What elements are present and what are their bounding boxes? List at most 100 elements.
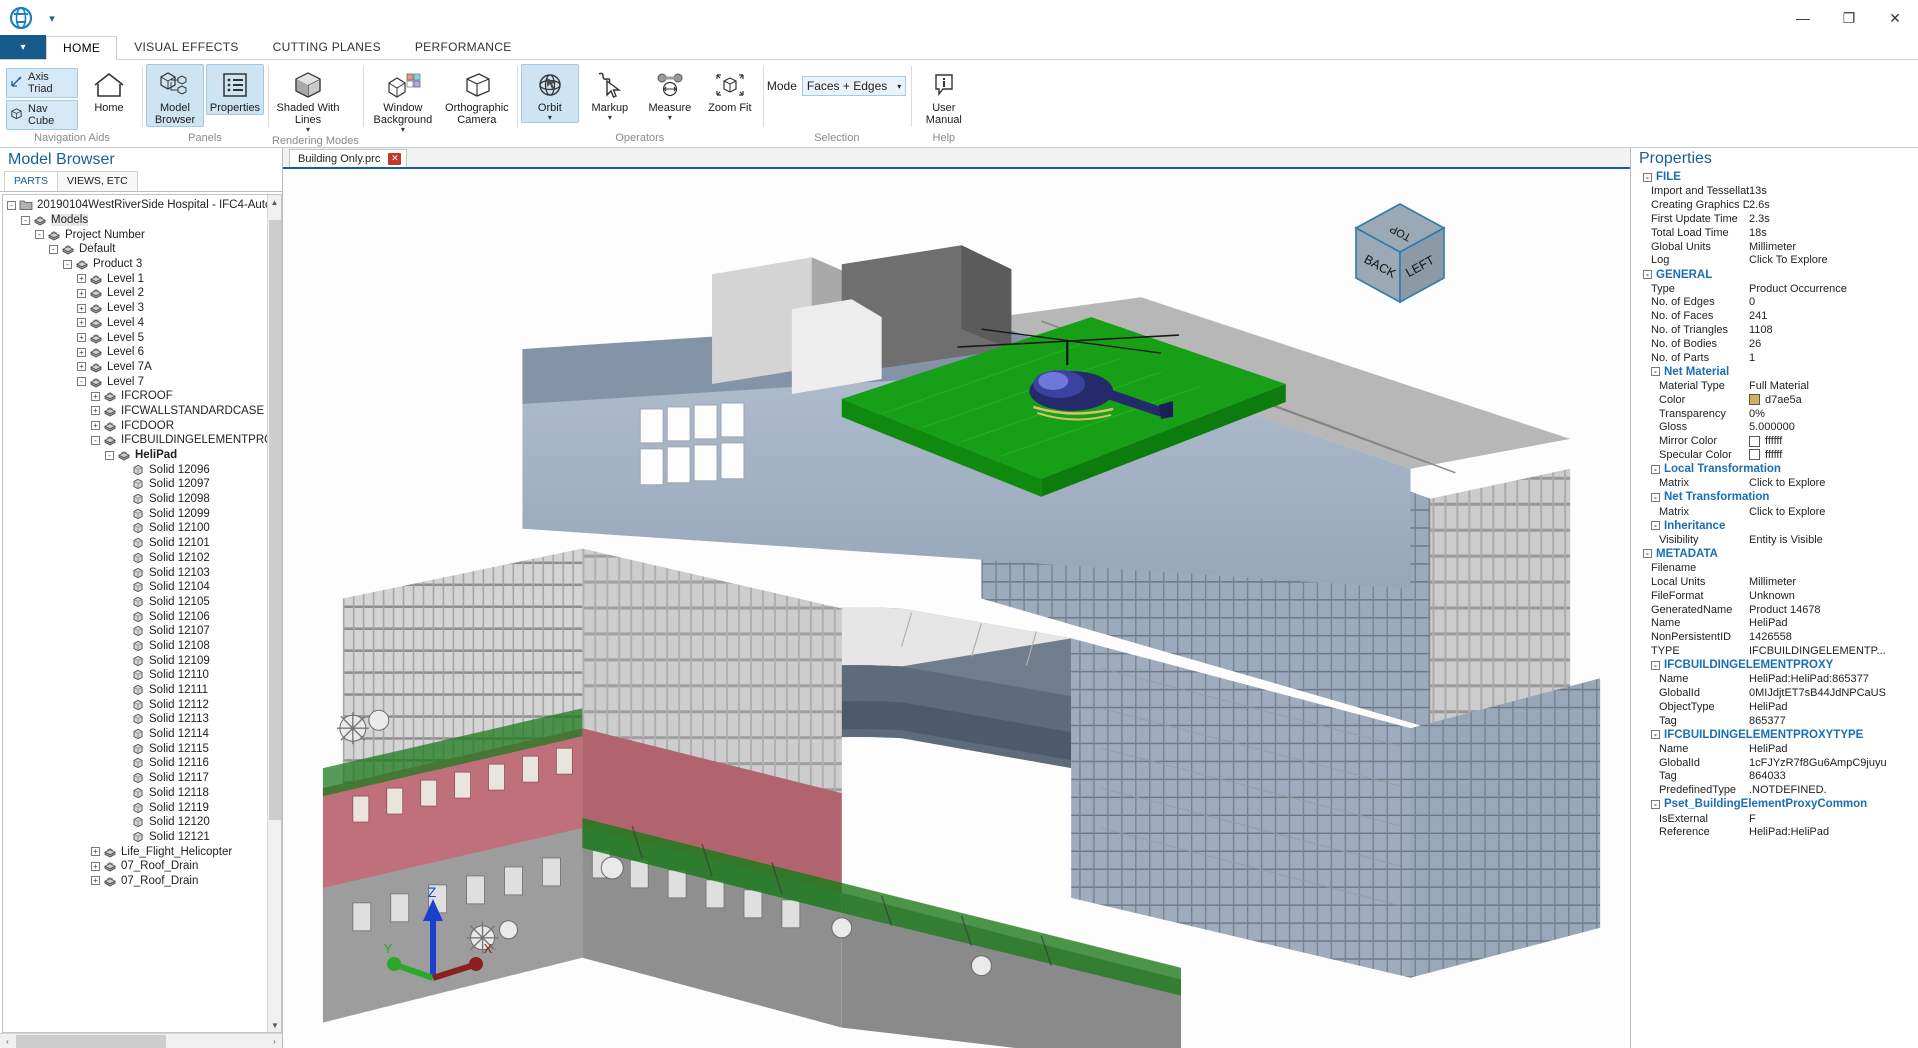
- orthographic-camera-button[interactable]: Orthographic Camera: [441, 64, 513, 127]
- orbit-button[interactable]: Orbit ▾: [521, 64, 579, 123]
- tree-node[interactable]: +IFCWALLSTANDARDCASE: [7, 404, 281, 419]
- collapse-toggle-icon[interactable]: -: [77, 377, 86, 386]
- tree-node[interactable]: Solid 12103: [7, 565, 281, 580]
- tree-node[interactable]: Solid 12102: [7, 551, 281, 566]
- collapse-toggle-icon[interactable]: -: [1651, 730, 1660, 739]
- property-row[interactable]: No. of Edges0: [1631, 296, 1918, 310]
- property-row[interactable]: NameHeliPad: [1631, 616, 1918, 630]
- chevron-down-icon[interactable]: ▾: [306, 126, 310, 134]
- properties-button[interactable]: Properties: [206, 64, 264, 115]
- tree-node[interactable]: Solid 12110: [7, 668, 281, 683]
- markup-button[interactable]: Markup ▾: [581, 64, 639, 123]
- nav-cube[interactable]: TOP BACK LEFT: [1340, 194, 1460, 312]
- maximize-button[interactable]: ❐: [1826, 0, 1872, 36]
- property-row[interactable]: VisibilityEntity is Visible: [1631, 533, 1918, 547]
- expand-toggle-icon[interactable]: +: [91, 406, 100, 415]
- property-row[interactable]: NonPersistentID1426558: [1631, 630, 1918, 644]
- tree-node[interactable]: -Default: [7, 242, 281, 257]
- tree-node[interactable]: -Project Number: [7, 227, 281, 242]
- tree-node[interactable]: Solid 12096: [7, 462, 281, 477]
- property-row[interactable]: PredefinedType.NOTDEFINED.: [1631, 783, 1918, 797]
- collapse-toggle-icon[interactable]: -: [1651, 493, 1660, 502]
- zoom-fit-button[interactable]: Zoom Fit: [701, 64, 759, 115]
- expand-toggle-icon[interactable]: +: [77, 274, 86, 283]
- document-tab[interactable]: Building Only.prc ✕: [289, 149, 407, 167]
- tree-node[interactable]: -20190104WestRiverSide Hospital - IFC4-A…: [7, 198, 281, 213]
- properties-list[interactable]: -FILEImport and Tessellation13sCreating …: [1631, 170, 1918, 1048]
- tree-node[interactable]: +Level 4: [7, 316, 281, 331]
- property-row[interactable]: FileFormatUnknown: [1631, 589, 1918, 603]
- collapse-toggle-icon[interactable]: -: [35, 230, 44, 239]
- tree-node[interactable]: +IFCDOOR: [7, 418, 281, 433]
- tree-node[interactable]: Solid 12115: [7, 741, 281, 756]
- tree-node[interactable]: +Life_Flight_Helicopter: [7, 844, 281, 859]
- property-row[interactable]: GlobalId1cFJYzR7f8Gu6AmpC9juyu: [1631, 756, 1918, 770]
- tree-node[interactable]: +Level 7A: [7, 360, 281, 375]
- tree-node[interactable]: -HeliPad: [7, 448, 281, 463]
- property-row[interactable]: TYPEIFCBUILDINGELEMENTP...: [1631, 644, 1918, 658]
- tab-cutting-planes[interactable]: CUTTING PLANES: [256, 35, 398, 59]
- property-group-header[interactable]: -IFCBUILDINGELEMENTPROXY: [1631, 658, 1918, 673]
- property-group-header[interactable]: -Pset_BuildingElementProxyCommon: [1631, 797, 1918, 812]
- tree-node[interactable]: Solid 12099: [7, 506, 281, 521]
- collapse-toggle-icon[interactable]: -: [105, 451, 114, 460]
- model-canvas[interactable]: TOP BACK LEFT Z Y: [283, 167, 1630, 1048]
- expand-toggle-icon[interactable]: +: [77, 289, 86, 298]
- color-swatch[interactable]: [1749, 449, 1760, 460]
- scroll-left-icon[interactable]: ‹: [0, 1037, 15, 1046]
- axis-triad-toggle[interactable]: Axis Triad: [6, 68, 78, 98]
- tree-node[interactable]: +Level 5: [7, 330, 281, 345]
- tree-node[interactable]: Solid 12121: [7, 830, 281, 845]
- property-row[interactable]: Import and Tessellation13s: [1631, 185, 1918, 199]
- collapse-toggle-icon[interactable]: -: [1643, 270, 1652, 279]
- tab-parts[interactable]: PARTS: [4, 171, 58, 191]
- property-row[interactable]: MatrixClick to Explore: [1631, 476, 1918, 490]
- property-row[interactable]: First Update Time2.3s: [1631, 212, 1918, 226]
- tree-node[interactable]: +Level 1: [7, 271, 281, 286]
- expand-toggle-icon[interactable]: +: [91, 847, 100, 856]
- property-group-header[interactable]: -GENERAL: [1631, 267, 1918, 282]
- property-row[interactable]: MatrixClick to Explore: [1631, 505, 1918, 519]
- property-row[interactable]: LogClick To Explore: [1631, 253, 1918, 267]
- collapse-toggle-icon[interactable]: -: [1643, 549, 1652, 558]
- property-row[interactable]: No. of Parts1: [1631, 351, 1918, 365]
- property-group-header[interactable]: -METADATA: [1631, 547, 1918, 562]
- tree-node[interactable]: Solid 12112: [7, 697, 281, 712]
- measure-button[interactable]: Measure ▾: [641, 64, 699, 123]
- tree-node[interactable]: Solid 12120: [7, 815, 281, 830]
- scroll-thumb[interactable]: [269, 220, 281, 820]
- property-group-header[interactable]: -Local Transformation: [1631, 462, 1918, 477]
- collapse-toggle-icon[interactable]: -: [1651, 800, 1660, 809]
- collapse-toggle-icon[interactable]: -: [7, 201, 16, 210]
- tree-node[interactable]: +07_Roof_Drain: [7, 874, 281, 889]
- property-row[interactable]: GlobalId0MIJdjtET7sB44JdNPCaUS: [1631, 686, 1918, 700]
- expand-toggle-icon[interactable]: +: [91, 392, 100, 401]
- chevron-down-icon[interactable]: ▾: [608, 114, 612, 122]
- ribbon-corner-dropdown[interactable]: ▾: [0, 35, 46, 59]
- qat-dropdown-icon[interactable]: ▾: [44, 9, 60, 27]
- tree-node[interactable]: -IFCBUILDINGELEMENTPROXY: [7, 433, 281, 448]
- tree-node[interactable]: Solid 12118: [7, 786, 281, 801]
- property-row[interactable]: Mirror Colorffffff: [1631, 434, 1918, 448]
- tree-node[interactable]: Solid 12098: [7, 492, 281, 507]
- expand-toggle-icon[interactable]: +: [77, 318, 86, 327]
- collapse-toggle-icon[interactable]: -: [1651, 465, 1660, 474]
- property-group-header[interactable]: -FILE: [1631, 170, 1918, 185]
- chevron-down-icon[interactable]: ▾: [668, 114, 672, 122]
- property-row[interactable]: Creating Graphics Data...2.6s: [1631, 198, 1918, 212]
- property-row[interactable]: Global UnitsMillimeter: [1631, 240, 1918, 254]
- property-row[interactable]: No. of Faces241: [1631, 309, 1918, 323]
- tree-node[interactable]: -Level 7: [7, 374, 281, 389]
- tree-node[interactable]: +07_Roof_Drain: [7, 859, 281, 874]
- scroll-down-icon[interactable]: ▼: [268, 1018, 282, 1032]
- tree-node[interactable]: Solid 12116: [7, 756, 281, 771]
- collapse-toggle-icon[interactable]: -: [91, 436, 100, 445]
- scroll-up-icon[interactable]: ▲: [268, 195, 281, 209]
- tree-horizontal-scrollbar[interactable]: ‹ ›: [0, 1033, 282, 1048]
- property-row[interactable]: IsExternalF: [1631, 812, 1918, 826]
- model-tree[interactable]: -20190104WestRiverSide Hospital - IFC4-A…: [3, 195, 281, 888]
- collapse-toggle-icon[interactable]: -: [1651, 367, 1660, 376]
- collapse-toggle-icon[interactable]: -: [1651, 521, 1660, 530]
- property-row[interactable]: Material TypeFull Material: [1631, 379, 1918, 393]
- tree-node[interactable]: Solid 12119: [7, 800, 281, 815]
